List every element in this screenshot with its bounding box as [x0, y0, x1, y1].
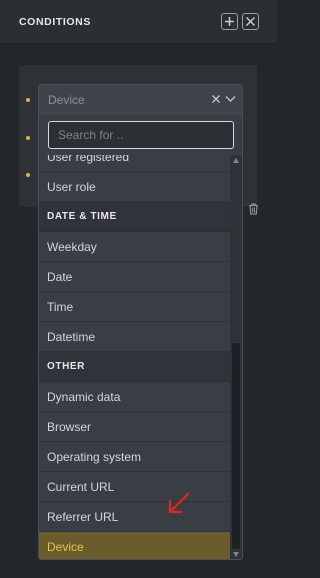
chevron-down-icon[interactable] — [225, 95, 236, 103]
list-item-selected[interactable]: Device — [39, 532, 230, 559]
list-item[interactable]: Datetime — [39, 322, 230, 352]
close-panel-button[interactable] — [242, 13, 259, 30]
condition-bullet — [26, 173, 30, 177]
group-header: DATE & TIME — [39, 202, 230, 232]
scroll-thumb[interactable] — [232, 343, 240, 549]
plus-icon — [225, 17, 234, 26]
list-item[interactable]: Weekday — [39, 232, 230, 262]
condition-bullet — [26, 136, 30, 140]
trash-icon[interactable] — [248, 203, 259, 215]
search-wrapper — [39, 115, 242, 155]
group-header: OTHER — [39, 352, 230, 382]
condition-type-select[interactable]: Device — [39, 85, 242, 115]
list-item[interactable]: Time — [39, 292, 230, 322]
add-condition-button[interactable] — [221, 13, 238, 30]
x-icon[interactable] — [211, 94, 221, 104]
list-item[interactable]: User registered — [39, 155, 230, 172]
scrollbar[interactable] — [230, 155, 242, 559]
list-item[interactable]: Operating system — [39, 442, 230, 472]
search-input[interactable] — [48, 121, 234, 149]
list-item[interactable]: Dynamic data — [39, 382, 230, 412]
page-title: CONDITIONS — [19, 16, 91, 28]
scroll-down-icon[interactable] — [233, 552, 239, 557]
list-item[interactable]: Referrer URL — [39, 502, 230, 532]
close-icon — [245, 16, 256, 27]
list-item[interactable]: User role — [39, 172, 230, 202]
condition-bullet — [26, 98, 30, 102]
options-list: User registered User role DATE & TIME We… — [39, 155, 230, 559]
scroll-up-icon[interactable] — [233, 158, 239, 163]
list-item[interactable]: Current URL — [39, 472, 230, 502]
list-item[interactable]: Browser — [39, 412, 230, 442]
list-item[interactable]: Date — [39, 262, 230, 292]
conditions-header: CONDITIONS — [0, 0, 277, 44]
condition-type-dropdown[interactable]: Device User registered User role DATE & … — [38, 84, 243, 560]
red-arrow-icon — [168, 492, 190, 514]
selected-value: Device — [48, 93, 85, 107]
